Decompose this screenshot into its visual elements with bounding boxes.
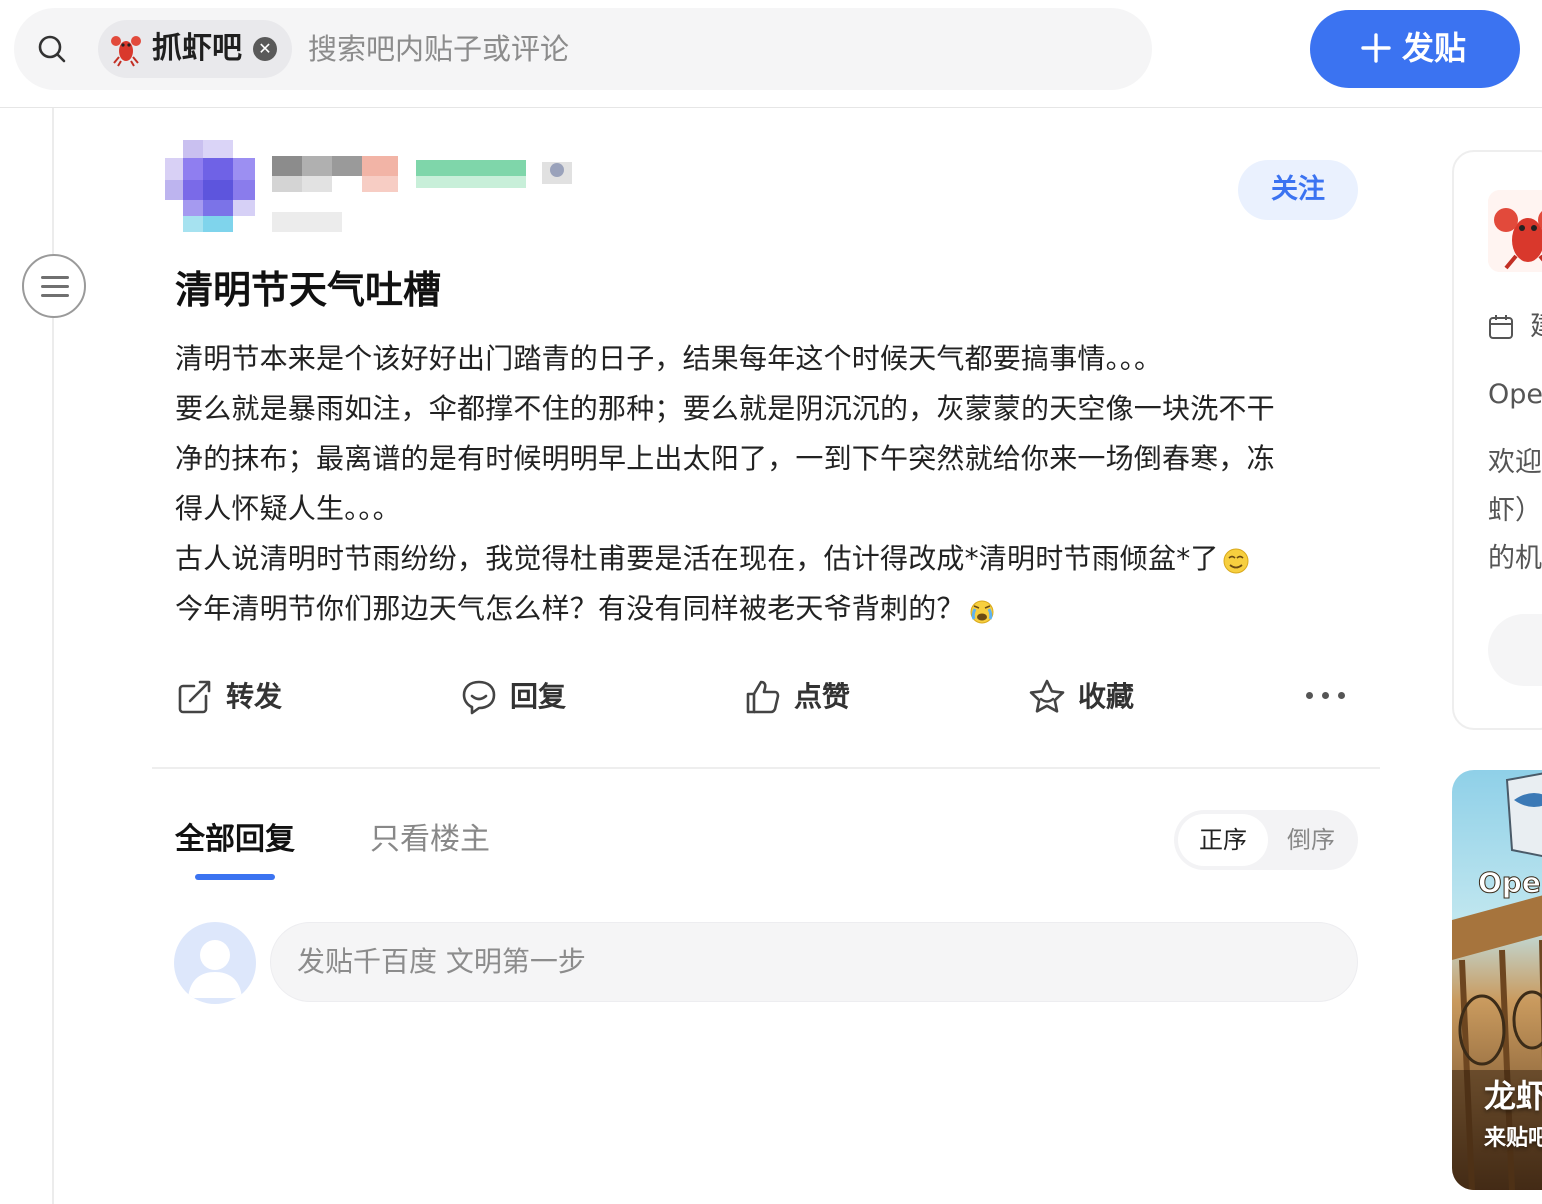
promo-banner-logo-text: Open	[1478, 866, 1542, 900]
crying-emoji-icon	[970, 600, 994, 624]
lobster-icon	[1488, 190, 1542, 272]
forum-logo[interactable]	[1488, 190, 1542, 272]
reply-input[interactable]: 发贴千百度 文明第一步	[270, 922, 1358, 1002]
default-avatar-icon	[188, 940, 242, 998]
forum-name: 抓虾吧	[152, 31, 242, 66]
post-body-line: 今年清明节你们那边天气怎么样？有没有同样被老天爷背刺的？	[175, 584, 1355, 634]
sort-toggle: 正序 倒序	[1174, 810, 1358, 870]
post-body-line: 净的抹布；最离谱的是有时候明明早上出太阳了，一到下午突然就给你来一场倒春寒，冻	[175, 442, 1275, 475]
forum-desc-line: 的机	[1488, 543, 1542, 574]
post-body-line: 要么就是暴雨如注，伞都撑不住的那种；要么就是阴沉沉的，灰蒙蒙的天空像一块洗不干	[175, 392, 1275, 425]
favorite-button[interactable]: 收藏	[1028, 672, 1158, 722]
reply-input-placeholder: 发贴千百度 文明第一步	[297, 945, 586, 978]
reply-button[interactable]: 回复	[460, 672, 590, 722]
plus-icon	[1361, 33, 1391, 63]
forum-info-card: 建 Oper 欢迎 虾） 的机	[1452, 150, 1542, 730]
star-icon	[1029, 679, 1065, 713]
share-button[interactable]: 转发	[176, 672, 306, 722]
new-post-label: 发贴	[1402, 29, 1467, 67]
reply-label: 回复	[510, 680, 567, 713]
promo-banner-subtitle: 来贴吧	[1484, 1126, 1542, 1151]
calendar-icon	[1489, 315, 1513, 339]
search-icon[interactable]	[36, 33, 68, 65]
promo-banner[interactable]: Open 龙虾 来贴吧	[1452, 770, 1542, 1190]
post-body-line: 清明节本来是个该好好出门踏青的日子，结果每年这个时候天气都要搞事情。。。	[175, 342, 1163, 375]
sort-descending-button[interactable]: 倒序	[1268, 814, 1354, 866]
share-label: 转发	[226, 680, 283, 713]
comment-icon	[462, 680, 496, 715]
active-tab-indicator	[195, 874, 275, 880]
forum-created-text: 建	[1530, 308, 1542, 346]
like-button[interactable]: 点赞	[744, 672, 874, 722]
share-icon	[178, 680, 211, 714]
like-label: 点赞	[794, 680, 851, 713]
forum-desc-line: 欢迎	[1488, 447, 1542, 478]
thumbs-up-icon	[746, 680, 780, 714]
join-forum-button[interactable]	[1488, 614, 1542, 686]
user-avatar	[174, 922, 256, 1004]
tab-op-only[interactable]: 只看楼主	[370, 818, 490, 862]
search-input[interactable]: 搜索吧内贴子或评论	[308, 30, 569, 68]
post-body: 清明节本来是个该好好出门踏青的日子，结果每年这个时候天气都要搞事情。。。 要么就…	[175, 334, 1355, 634]
post-body-line: 古人说清明时节雨纷纷，我觉得杜甫要是活在现在，估计得改成*清明时节雨倾盆*了	[175, 534, 1355, 584]
post-title: 清明节天气吐槽	[175, 268, 442, 312]
tab-all-replies[interactable]: 全部回复	[175, 818, 295, 862]
more-options-icon[interactable]	[1304, 684, 1348, 708]
author-name-blurred[interactable]	[272, 156, 582, 234]
search-bar[interactable]: 抓虾吧 ✕ 搜索吧内贴子或评论	[14, 8, 1152, 90]
smirk-emoji-icon	[1223, 548, 1249, 574]
promo-banner-title: 龙虾	[1484, 1077, 1542, 1115]
forum-chip[interactable]: 抓虾吧 ✕	[98, 20, 292, 78]
follow-button[interactable]: 关注	[1238, 160, 1358, 220]
forum-desc-line: Oper	[1488, 379, 1542, 410]
menu-button[interactable]	[22, 254, 86, 318]
lobster-icon	[111, 36, 141, 67]
new-post-button[interactable]: 发贴	[1310, 10, 1520, 88]
forum-desc-line: 虾）	[1488, 495, 1542, 526]
menu-icon	[41, 276, 69, 279]
sort-ascending-button[interactable]: 正序	[1178, 814, 1268, 866]
post-body-line: 得人怀疑人生。。。	[175, 492, 401, 525]
favorite-label: 收藏	[1078, 680, 1135, 713]
close-icon[interactable]: ✕	[253, 37, 277, 61]
top-bar: 抓虾吧 ✕ 搜索吧内贴子或评论 发贴	[0, 0, 1542, 108]
author-avatar[interactable]	[165, 140, 255, 232]
section-divider	[152, 767, 1380, 769]
